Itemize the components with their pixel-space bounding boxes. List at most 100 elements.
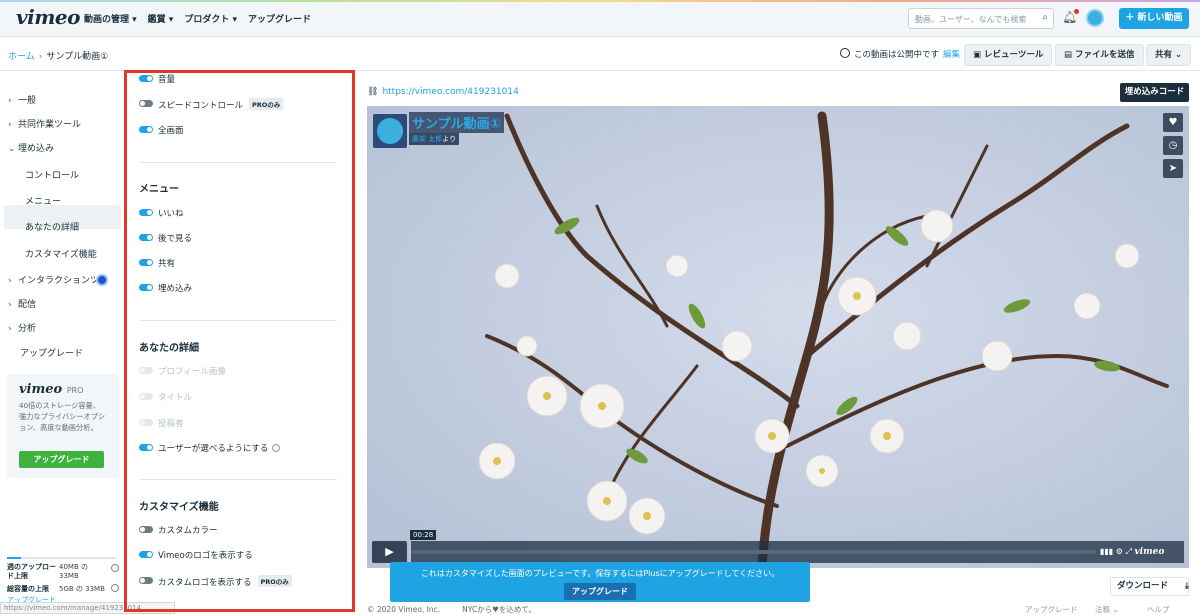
- sidebar-item-general[interactable]: › 一般: [8, 93, 36, 106]
- player-right-controls: ▮▮▮ ⚙ ⤢ vimeo: [1096, 541, 1184, 563]
- made-with-love: NYCから♥を込めて。: [462, 605, 537, 614]
- footer-link-legal[interactable]: 法務 ⌄: [1095, 604, 1119, 615]
- pro-tier-text: PRO: [66, 386, 84, 395]
- public-status: この動画は公開中です 編集: [840, 48, 960, 60]
- sidebar-item-upgrade[interactable]: アップグレード: [20, 346, 83, 359]
- byline-user[interactable]: 鷹架 太郎: [412, 135, 442, 143]
- send-file-label: ファイルを送信: [1075, 50, 1135, 60]
- progress-bar[interactable]: [411, 541, 1096, 563]
- sidebar-subitem-controls[interactable]: コントロール: [25, 168, 79, 181]
- total-quota-value: 5GB の 33MB: [59, 585, 105, 593]
- vimeo-logo[interactable]: vimeo: [16, 5, 80, 29]
- main-nav: 動画の管理 ▾ 鑑賞 ▾ プロダクト ▾ アップグレード: [84, 12, 311, 25]
- nav-manage-videos[interactable]: 動画の管理 ▾: [84, 12, 137, 25]
- video-byline: 鷹架 太郎より: [409, 133, 460, 145]
- chevron-right-icon: ›: [8, 324, 12, 334]
- link-icon: ⛓: [367, 87, 379, 97]
- player-vimeo-logo[interactable]: vimeo: [1134, 547, 1164, 557]
- weekly-quota-row: 週のアップロード上限 40MB の 33MB: [7, 563, 119, 581]
- chevron-right-icon: ›: [8, 276, 12, 286]
- quota-progress-fill: [7, 557, 21, 559]
- highlight-annotation-box: [124, 70, 355, 612]
- preview-upgrade-toast: これはカスタマイズした画面のプレビューです。保存するにはPlusにアップグレード…: [390, 562, 810, 602]
- chevron-right-icon: ›: [8, 120, 12, 130]
- sidebar-item-label: 埋め込み: [18, 144, 55, 154]
- sidebar-item-interaction-tools[interactable]: › インタラクションツール: [8, 273, 96, 286]
- chevron-right-icon: ›: [8, 96, 12, 106]
- video-url-text: https://vimeo.com/419231014: [382, 87, 519, 97]
- nav-upgrade[interactable]: アップグレード: [248, 12, 311, 25]
- total-quota-label: 総容量の上限: [7, 585, 49, 593]
- sidebar-item-analytics[interactable]: › 分析: [8, 321, 36, 334]
- breadcrumb-separator: ›: [38, 52, 43, 62]
- nav-products[interactable]: プロダクト ▾: [184, 12, 237, 25]
- info-icon[interactable]: [111, 584, 119, 592]
- total-quota-row: 総容量の上限 5GB の 33MB: [7, 584, 119, 594]
- sidebar-item-label: 一般: [18, 96, 37, 106]
- fullscreen-icon[interactable]: ⤢: [1125, 547, 1131, 556]
- toast-upgrade-button[interactable]: アップグレード: [564, 583, 636, 600]
- search-input[interactable]: 動画、ユーザー、なんでも検索 ⌕: [908, 8, 1054, 29]
- pro-brand-text: vimeo: [19, 382, 63, 397]
- quota-progress-bar: [7, 557, 116, 559]
- download-icon: ⤓: [1184, 581, 1189, 591]
- sidebar-subitem-customize[interactable]: カスタマイズ機能: [25, 247, 97, 260]
- owner-face-icon: [377, 118, 403, 144]
- volume-icon[interactable]: ▮▮▮: [1100, 547, 1113, 556]
- chevron-right-icon: ›: [8, 300, 12, 310]
- footer-link-help[interactable]: ヘルプ: [1147, 604, 1170, 615]
- video-title-overlay[interactable]: サンプル動画①: [409, 112, 504, 133]
- share-button[interactable]: 共有 ⌄: [1146, 44, 1192, 66]
- video-url-link[interactable]: ⛓ https://vimeo.com/419231014: [367, 87, 519, 97]
- search-icon[interactable]: ⌕: [1042, 12, 1048, 23]
- notification-bell-icon[interactable]: 🔔︎: [1062, 9, 1080, 24]
- download-button[interactable]: ダウンロード ⤓: [1110, 577, 1189, 596]
- sidebar-item-collaboration[interactable]: › 共同作業ツール: [8, 117, 81, 130]
- search-placeholder: 動画、ユーザー、なんでも検索: [915, 15, 1027, 24]
- nav-watch[interactable]: 鑑賞 ▾: [148, 12, 174, 25]
- vimeo-pro-logo: vimeo PRO: [19, 382, 107, 397]
- sidebar-subitem-your-details[interactable]: あなたの詳細: [25, 220, 79, 233]
- sidebar-item-distribution[interactable]: › 配信: [8, 297, 36, 310]
- video-owner-avatar[interactable]: [373, 114, 407, 148]
- info-icon[interactable]: [111, 564, 119, 572]
- byline-suffix: より: [442, 135, 457, 143]
- settings-sidebar: › 一般 › 共同作業ツール ⌄ 埋め込み コントロール メニュー あなたの詳細 カス…: [0, 71, 125, 614]
- weekly-quota-value: 40MB の 33MB: [59, 563, 88, 580]
- sub-header: ホーム › サンプル動画① この動画は公開中です 編集 ▣ レビューツール ▤ ファイ…: [0, 37, 1200, 71]
- embed-code-button[interactable]: 埋め込みコード: [1120, 83, 1189, 102]
- sidebar-item-embed[interactable]: ⌄ 埋め込み: [8, 141, 54, 154]
- current-time: 00:28: [410, 530, 437, 540]
- breadcrumb: ホーム › サンプル動画①: [8, 49, 108, 62]
- video-player-preview[interactable]: サンプル動画① 鷹架 太郎より ♥ ◷ ➤ ▶ 00:28 ▮▮▮ ⚙ ⤢ vi…: [367, 106, 1189, 568]
- play-icon[interactable]: ▶: [372, 541, 407, 563]
- sidebar-item-label: インタラクションツール: [18, 276, 96, 286]
- public-status-text: この動画は公開中です: [854, 50, 940, 60]
- new-video-button[interactable]: ＋ 新しい動画: [1119, 8, 1189, 29]
- chevron-down-icon: ⌄: [8, 144, 16, 154]
- sidebar-item-label: 共同作業ツール: [18, 120, 82, 130]
- clock-icon[interactable]: ◷: [1163, 136, 1183, 155]
- download-label: ダウンロード: [1117, 581, 1169, 591]
- heart-icon[interactable]: ♥: [1163, 113, 1183, 132]
- footer-link-upgrade[interactable]: アップグレード: [1025, 604, 1078, 615]
- toast-message: これはカスタマイズした画面のプレビューです。保存するにはPlusにアップグレード…: [420, 569, 780, 578]
- sidebar-subitem-menu[interactable]: メニュー: [25, 194, 61, 207]
- send-file-button[interactable]: ▤ ファイルを送信: [1055, 44, 1144, 66]
- review-tool-label: レビューツール: [984, 50, 1044, 60]
- send-icon[interactable]: ➤: [1163, 159, 1183, 178]
- progress-track: [411, 550, 1096, 554]
- edit-privacy-link[interactable]: 編集: [943, 50, 960, 60]
- breadcrumb-home[interactable]: ホーム: [8, 52, 35, 62]
- sidebar-item-label: 分析: [18, 324, 37, 334]
- globe-icon: [840, 48, 850, 58]
- review-tool-button[interactable]: ▣ レビューツール: [964, 44, 1053, 66]
- avatar[interactable]: [1086, 9, 1104, 27]
- video-frame-blossom-branch: [367, 106, 1189, 568]
- pro-upgrade-button[interactable]: アップグレード: [19, 451, 104, 468]
- pro-description: 40倍のストレージ容量、強力なプライバシーオプション、高度な動画分析。: [19, 401, 106, 432]
- scroll-indicator[interactable]: [96, 274, 108, 286]
- settings-gear-icon[interactable]: ⚙: [1116, 547, 1123, 556]
- top-bar: vimeo 動画の管理 ▾ 鑑賞 ▾ プロダクト ▾ アップグレード 動画、ユー…: [0, 0, 1200, 37]
- footer-left: © 2020 Vimeo, Inc. NYCから♥を込めて。: [367, 604, 536, 615]
